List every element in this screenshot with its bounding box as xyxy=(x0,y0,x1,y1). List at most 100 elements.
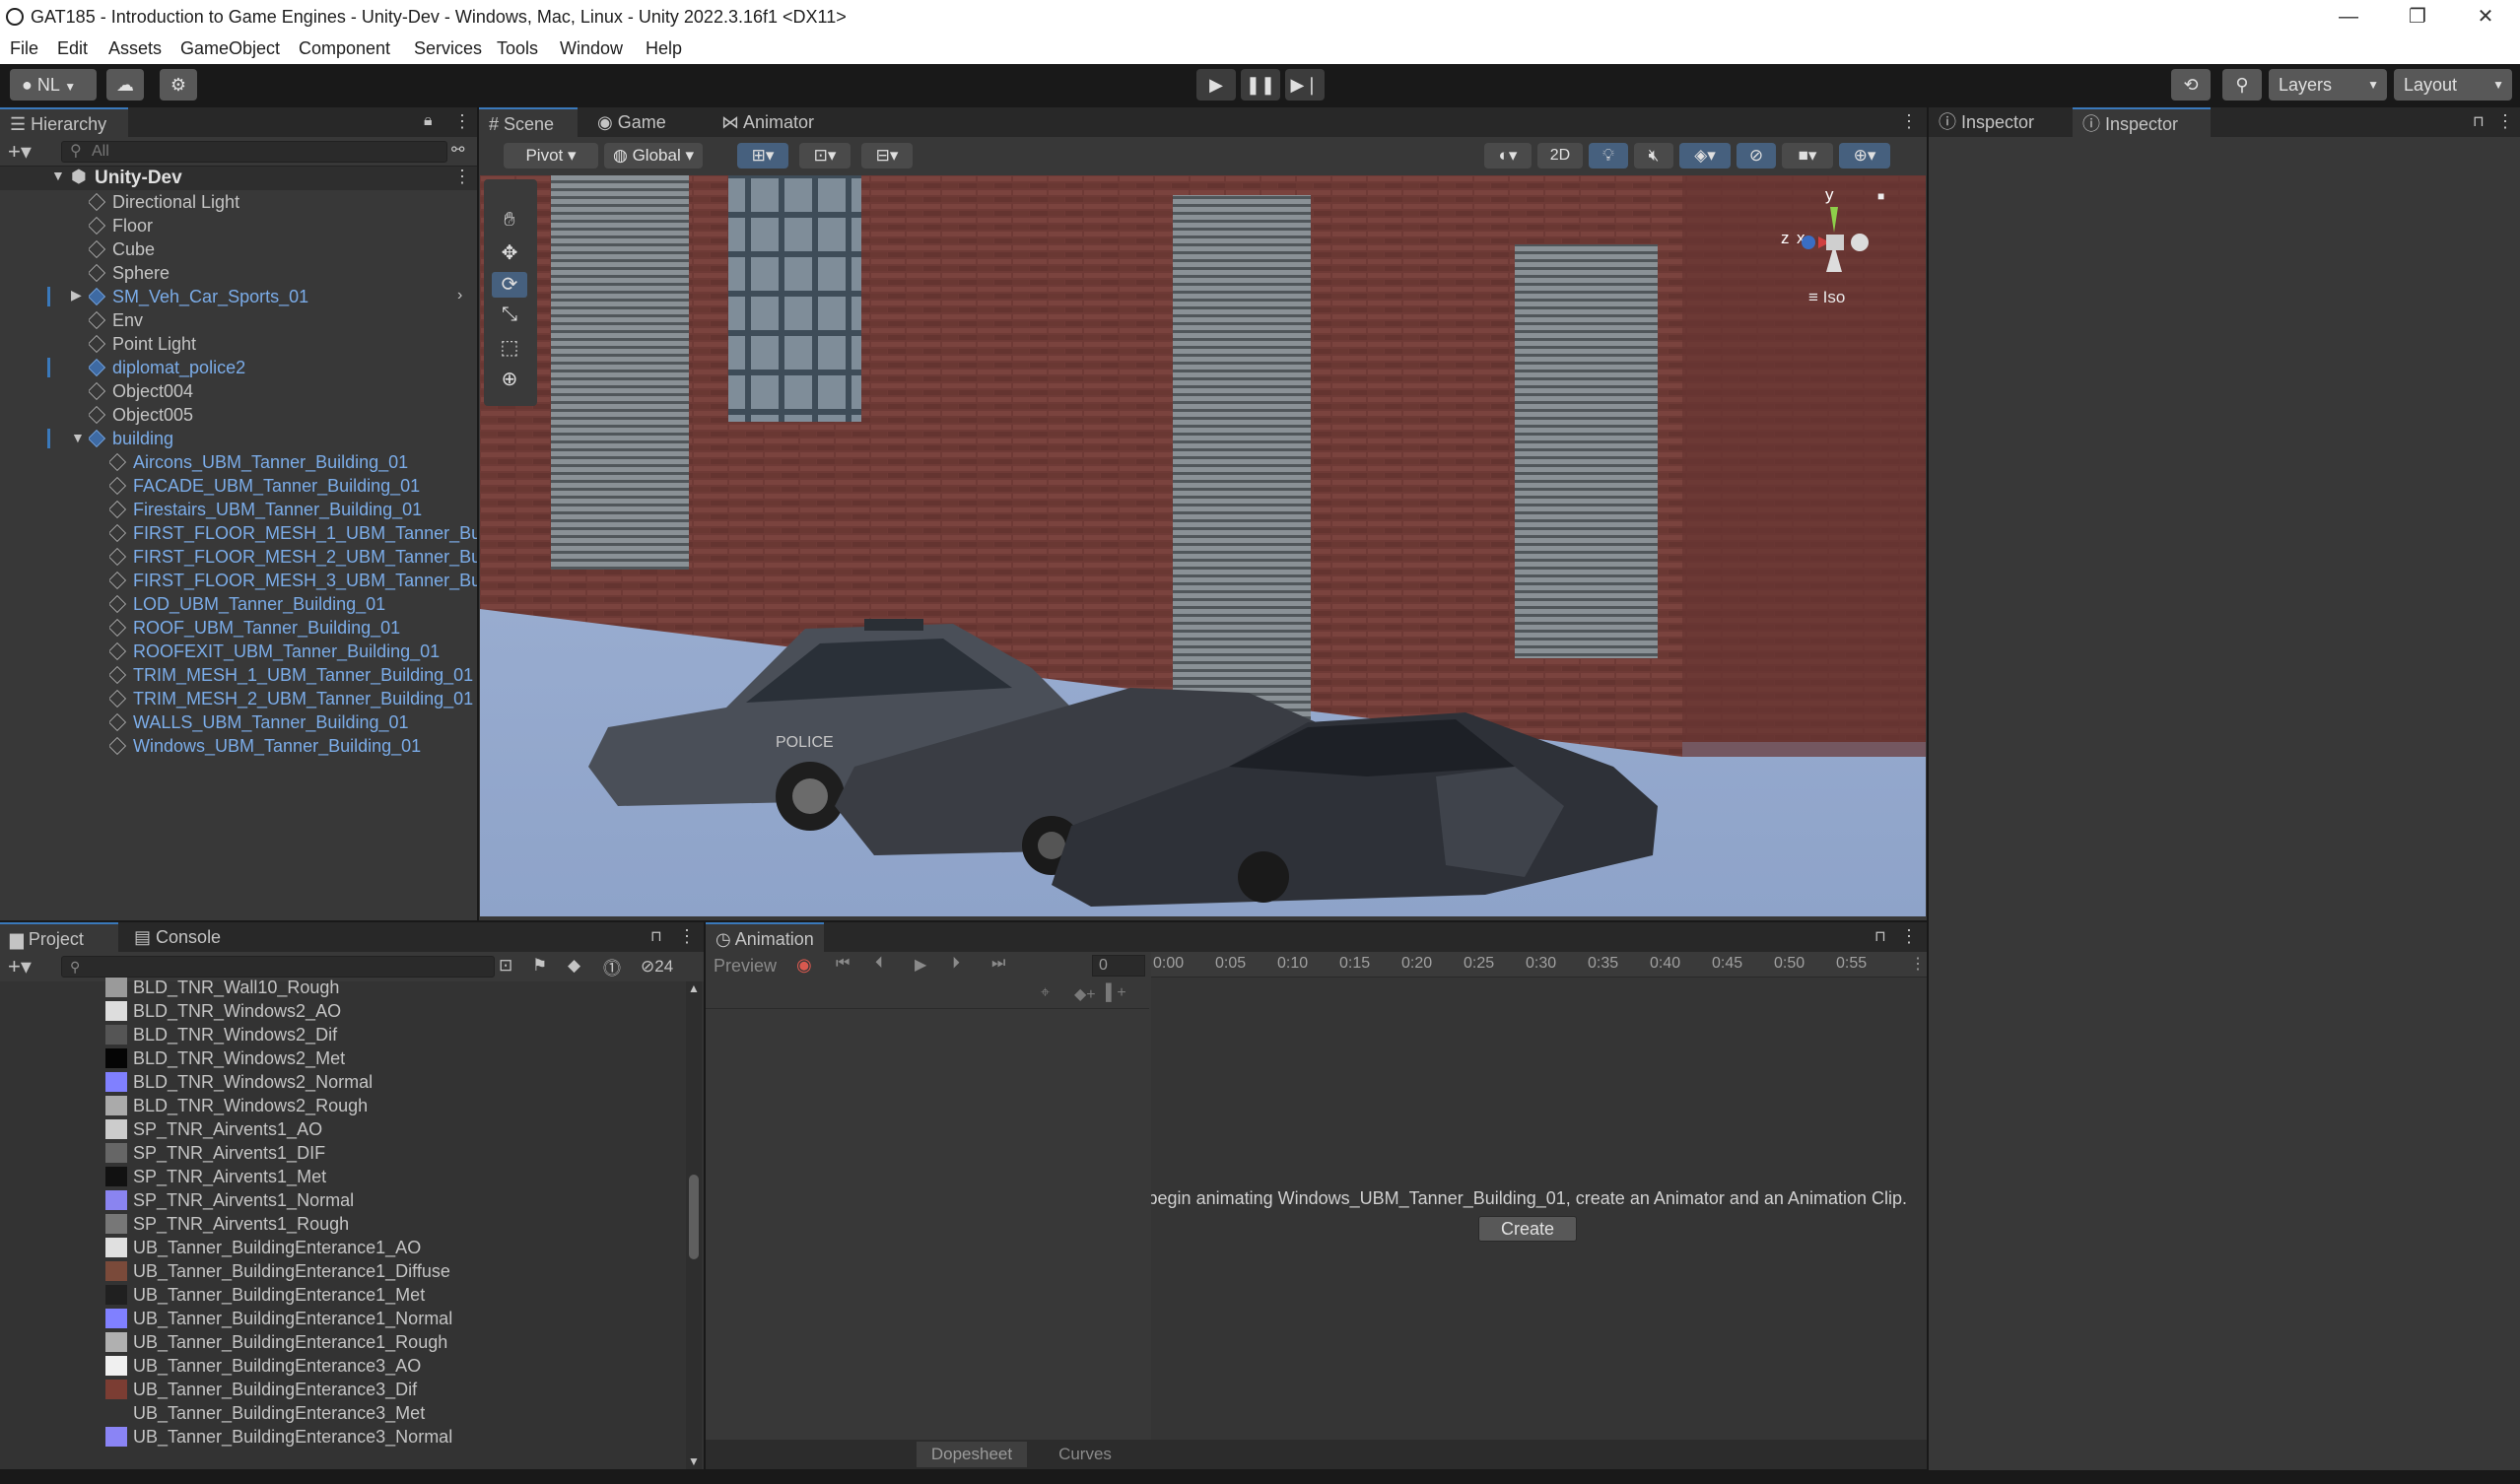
hierarchy-child-item[interactable]: LOD_UBM_Tanner_Building_01 xyxy=(109,592,477,616)
list-item[interactable]: SP_TNR_Airvents1_AO xyxy=(105,1117,322,1141)
tab-inspector[interactable]: ⓘ Inspector xyxy=(1929,107,2067,137)
minimize-button[interactable]: — xyxy=(2324,2,2373,32)
gizmos-dropdown[interactable]: ⊕▾ xyxy=(1839,143,1890,169)
projection-toggle[interactable]: ≡ Iso xyxy=(1808,288,1845,307)
preview-toggle[interactable]: Preview xyxy=(714,956,777,977)
list-item[interactable]: UB_Tanner_BuildingEnterance3_Normal xyxy=(105,1425,452,1449)
hidden-packages-toggle[interactable]: ⊘24 xyxy=(641,957,673,977)
lock-icon[interactable]: ⊓ xyxy=(650,927,662,945)
more-menu-icon[interactable]: ⋮ xyxy=(453,111,471,132)
list-item[interactable]: SP_TNR_Airvents1_Normal xyxy=(105,1188,354,1212)
list-item[interactable]: UB_Tanner_BuildingEnterance3_Dif xyxy=(105,1378,417,1401)
close-button[interactable]: ✕ xyxy=(2461,2,2510,32)
lock-icon[interactable]: ⊓ xyxy=(1874,927,1886,945)
list-item[interactable]: SP_TNR_Airvents1_DIF xyxy=(105,1141,325,1165)
add-event-icon[interactable]: ▌+ xyxy=(1106,984,1126,1002)
hierarchy-search-input[interactable]: ⚲ All xyxy=(61,141,447,163)
scene-viewport[interactable]: POLICE ✋︎ ✥ ⟳ ⤡ ⬚ ⊕ y z x ■ ≡ Iso xyxy=(480,175,1926,916)
tab-inspector-active[interactable]: ⓘ Inspector xyxy=(2073,107,2211,137)
pause-button[interactable]: ❚❚ xyxy=(1241,69,1280,101)
search-by-label-icon[interactable]: ⚑ xyxy=(532,956,547,976)
play-button[interactable]: ▶ xyxy=(1196,69,1236,101)
maximize-button[interactable]: ❐ xyxy=(2393,2,2442,32)
hierarchy-item[interactable]: Cube xyxy=(89,237,155,261)
hierarchy-child-item[interactable]: ROOFEXIT_UBM_Tanner_Building_01 xyxy=(109,640,477,663)
menu-window[interactable]: Window xyxy=(560,38,623,59)
list-item[interactable]: UB_Tanner_BuildingEnterance1_Met xyxy=(105,1283,425,1307)
scrollbar[interactable]: ▲ ▼ xyxy=(686,981,702,1469)
tab-scene[interactable]: # Scene xyxy=(479,107,578,137)
hierarchy-item[interactable]: Object004 xyxy=(89,379,193,403)
layout-dropdown[interactable]: Layout ▼ xyxy=(2394,69,2512,101)
increment-snap-button[interactable]: ⊡▾ xyxy=(799,143,851,169)
more-menu-icon[interactable]: ⋮ xyxy=(1900,111,1918,132)
more-menu-icon[interactable]: ⋮ xyxy=(453,167,471,187)
tab-console[interactable]: ▤ Console xyxy=(124,922,231,952)
history-button[interactable]: ⟲ xyxy=(2171,69,2211,101)
lock-icon[interactable]: ⊓ xyxy=(2473,112,2485,130)
layers-dropdown[interactable]: Layers ▼ xyxy=(2269,69,2387,101)
menu-services[interactable]: Services xyxy=(414,38,482,59)
curves-tab[interactable]: Curves xyxy=(1031,1442,1139,1467)
chevron-down-icon[interactable]: ▼ xyxy=(51,168,65,183)
lock-icon[interactable]: ■ xyxy=(1877,189,1884,203)
hierarchy-item[interactable]: Floor xyxy=(89,214,153,237)
list-item[interactable]: SP_TNR_Airvents1_Rough xyxy=(105,1212,349,1236)
hand-tool-icon[interactable]: ✋︎ xyxy=(492,209,527,235)
menu-tools[interactable]: Tools xyxy=(497,38,538,59)
more-menu-icon[interactable]: ⋮ xyxy=(2496,111,2514,132)
chevron-right-icon[interactable]: ▶ xyxy=(71,287,82,304)
hierarchy-child-item[interactable]: Aircons_UBM_Tanner_Building_01 xyxy=(109,450,477,474)
hierarchy-child-item[interactable]: Firestairs_UBM_Tanner_Building_01 xyxy=(109,498,477,521)
list-item[interactable]: UB_Tanner_BuildingEnterance3_Met xyxy=(105,1401,425,1425)
search-by-type-icon[interactable]: ⊡ xyxy=(499,956,512,976)
audio-toggle[interactable]: 🔇︎ xyxy=(1634,143,1673,169)
timeline-ruler[interactable]: 0:00 0:05 0:10 0:15 0:20 0:25 0:30 0:35 … xyxy=(1151,952,1927,978)
ruler-button[interactable]: ⊟▾ xyxy=(861,143,913,169)
list-item[interactable]: BLD_TNR_Windows2_AO xyxy=(105,999,341,1023)
hierarchy-item-prefab[interactable]: diplomat_police2 xyxy=(89,356,245,379)
scroll-down-icon[interactable]: ▼ xyxy=(688,1454,700,1468)
prev-key-icon[interactable]: ⏴ xyxy=(875,955,883,973)
chevron-right-icon[interactable]: › xyxy=(457,287,462,304)
global-dropdown[interactable]: ◍ Global ▾ xyxy=(604,143,703,169)
hierarchy-child-item[interactable]: ROOF_UBM_Tanner_Building_01 xyxy=(109,616,477,640)
menu-help[interactable]: Help xyxy=(646,38,682,59)
menu-assets[interactable]: Assets xyxy=(108,38,162,59)
hierarchy-item[interactable]: Env xyxy=(89,308,143,332)
menu-edit[interactable]: Edit xyxy=(57,38,88,59)
orientation-gizmo[interactable]: y z x ■ ≡ Iso xyxy=(1781,185,1899,313)
list-item[interactable]: BLD_TNR_Windows2_Dif xyxy=(105,1023,337,1046)
dopesheet-tab[interactable]: Dopesheet xyxy=(917,1442,1027,1467)
menu-component[interactable]: Component xyxy=(299,38,390,59)
play-icon[interactable]: ▶ xyxy=(915,955,926,975)
scene-header-row[interactable]: ▼ ⬢ Unity-Dev ⋮ xyxy=(0,167,477,190)
collab-button[interactable]: ⚙ xyxy=(160,69,197,101)
more-menu-icon[interactable]: ⋮ xyxy=(1910,954,1926,974)
search-button[interactable]: ⚲ xyxy=(2222,69,2262,101)
hierarchy-child-item[interactable]: Windows_UBM_Tanner_Building_01 xyxy=(109,734,477,758)
hierarchy-item-prefab[interactable]: SM_Veh_Car_Sports_01 xyxy=(89,285,308,308)
record-icon[interactable]: ◉ xyxy=(796,955,812,976)
camera-dropdown[interactable]: ■▾ xyxy=(1782,143,1833,169)
account-dropdown[interactable]: ● NL ▼ xyxy=(10,69,97,101)
list-item[interactable]: BLD_TNR_Windows2_Normal xyxy=(105,1070,373,1094)
lighting-toggle[interactable]: 💡︎ xyxy=(1589,143,1628,169)
list-item[interactable]: UB_Tanner_BuildingEnterance1_Normal xyxy=(105,1307,452,1330)
2d-toggle[interactable]: 2D xyxy=(1537,143,1583,169)
tab-project[interactable]: ▆ Project xyxy=(0,922,118,952)
add-object-button[interactable]: +▾ xyxy=(8,139,32,165)
rect-tool-icon[interactable]: ⬚ xyxy=(492,335,527,361)
hierarchy-child-item[interactable]: FIRST_FLOOR_MESH_1_UBM_Tanner_Building_0… xyxy=(109,521,477,545)
grid-snapping-button[interactable]: ⊞▾ xyxy=(737,143,788,169)
hierarchy-child-item[interactable]: TRIM_MESH_2_UBM_Tanner_Building_01 xyxy=(109,687,477,710)
hierarchy-child-item[interactable]: FACADE_UBM_Tanner_Building_01 xyxy=(109,474,477,498)
hierarchy-child-item[interactable]: FIRST_FLOOR_MESH_2_UBM_Tanner_Building_0… xyxy=(109,545,477,569)
hierarchy-item[interactable]: Point Light xyxy=(89,332,196,356)
hierarchy-item[interactable]: Sphere xyxy=(89,261,170,285)
frame-input[interactable]: 0 xyxy=(1092,955,1145,977)
list-item[interactable]: UB_Tanner_BuildingEnterance1_Rough xyxy=(105,1330,447,1354)
tab-animator[interactable]: ⋈ Animator xyxy=(712,107,824,137)
hierarchy-child-item[interactable]: FIRST_FLOOR_MESH_3_UBM_Tanner_Building_0… xyxy=(109,569,477,592)
effects-dropdown[interactable]: ◈▾ xyxy=(1679,143,1731,169)
